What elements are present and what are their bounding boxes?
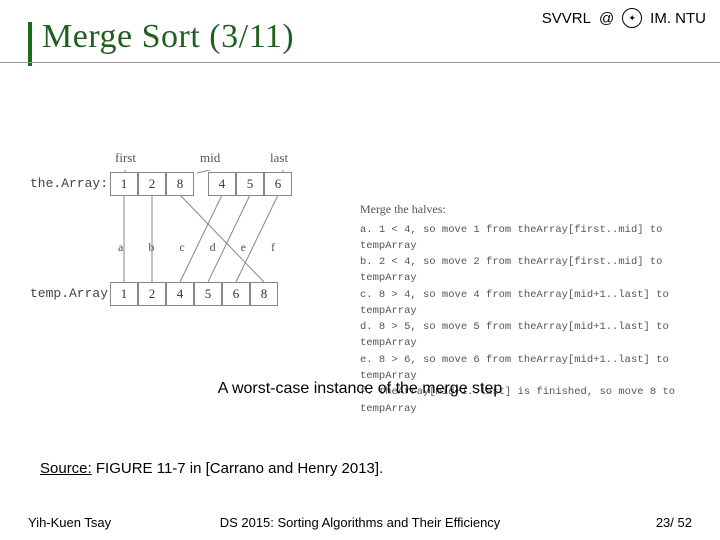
letter: c <box>179 240 184 255</box>
label-temp-array: temp.Array: <box>30 286 116 301</box>
institution-logo-icon: ✦ <box>622 8 642 28</box>
cell: 2 <box>138 282 166 306</box>
merge-diagram: first mid last the.Array: 1 2 8 4 5 6 a … <box>30 170 690 340</box>
header-at: @ <box>599 10 614 27</box>
step: d. 8 > 5, so move 5 from theArray[mid+1.… <box>360 319 690 352</box>
cell: 4 <box>166 282 194 306</box>
footer-course: DS 2015: Sorting Algorithms and Their Ef… <box>28 515 692 530</box>
cell: 6 <box>222 282 250 306</box>
title-block: Merge Sort (3/11) <box>28 18 294 56</box>
step: a. 1 < 4, so move 1 from theArray[first.… <box>360 222 690 255</box>
step: b. 2 < 4, so move 2 from theArray[first.… <box>360 254 690 287</box>
cell: 6 <box>264 172 292 196</box>
header: SVVRL @ ✦ IM. NTU <box>542 8 706 28</box>
letter: f <box>271 240 275 255</box>
steps-title: Merge the halves: <box>360 200 690 219</box>
page-title: Merge Sort (3/11) <box>42 18 294 56</box>
label-last: last <box>270 150 288 166</box>
source-line: Source: FIGURE 11-7 in [Carrano and Henr… <box>40 460 383 477</box>
source-text: FIGURE 11-7 in [Carrano and Henry 2013]. <box>96 460 383 477</box>
label-the-array: the.Array: <box>30 176 108 191</box>
cell: 1 <box>110 282 138 306</box>
title-underline <box>0 62 720 63</box>
cell: 8 <box>250 282 278 306</box>
letter: d <box>210 240 216 255</box>
label-first: first <box>115 150 136 166</box>
footer: Yih-Kuen Tsay DS 2015: Sorting Algorithm… <box>28 515 692 530</box>
temp-array-cells: 1 2 4 5 6 8 <box>110 282 278 306</box>
step-letters: a b c d e f <box>118 240 275 255</box>
the-array-cells: 1 2 8 4 5 6 <box>110 172 292 196</box>
cell: 2 <box>138 172 166 196</box>
header-svvrl: SVVRL <box>542 10 591 27</box>
title-accent-bar <box>28 22 32 66</box>
letter: e <box>241 240 246 255</box>
letter: a <box>118 240 123 255</box>
figure-caption: A worst-case instance of the merge step <box>0 380 720 398</box>
cell: 4 <box>208 172 236 196</box>
header-imntu: IM. NTU <box>650 10 706 27</box>
cell: 5 <box>236 172 264 196</box>
cell: 1 <box>110 172 138 196</box>
cell: 8 <box>166 172 194 196</box>
source-label: Source: <box>40 460 92 477</box>
step: c. 8 > 4, so move 4 from theArray[mid+1.… <box>360 287 690 320</box>
cell: 5 <box>194 282 222 306</box>
label-mid: mid <box>200 150 220 166</box>
letter: b <box>148 240 154 255</box>
